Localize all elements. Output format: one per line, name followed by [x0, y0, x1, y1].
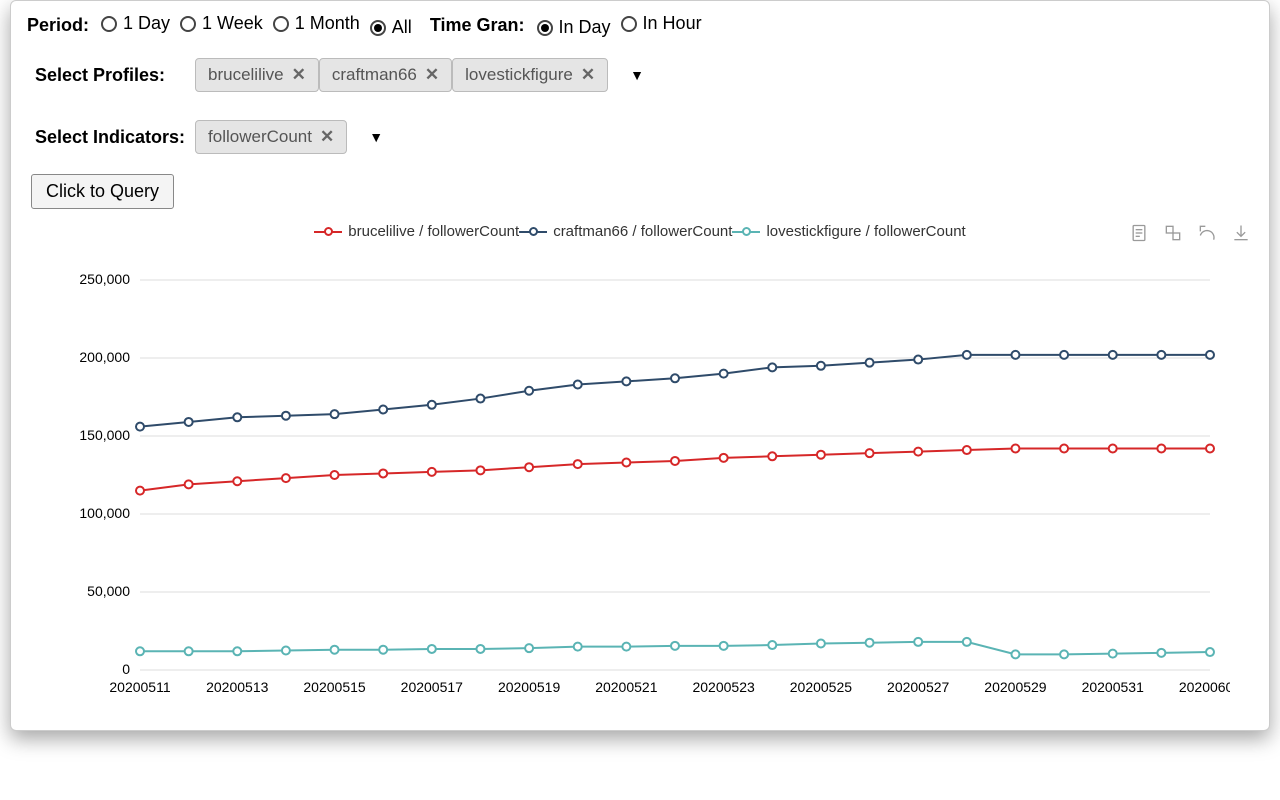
radio-label: 1 Week: [202, 13, 263, 34]
chart-container: 0 50,000 100,000 150,000 200,000 250,000 20200…: [11, 270, 1269, 710]
period-label: Period:: [27, 15, 89, 36]
legend-label: lovestickfigure / followerCount: [766, 223, 965, 240]
close-icon[interactable]: ✕: [292, 65, 306, 85]
x-tick-label: 20200602: [1179, 679, 1230, 695]
y-tick-label: 150,000: [79, 427, 130, 443]
select-profiles-row: Select Profiles: brucelilive ✕ craftman66 ✕…: [11, 44, 1269, 106]
x-tick-label: 20200515: [303, 679, 366, 695]
x-tick-label: 20200525: [790, 679, 853, 695]
zoom-icon[interactable]: [1163, 223, 1183, 243]
y-tick-label: 250,000: [79, 271, 130, 287]
line-chart: 0 50,000 100,000 150,000 200,000 250,000 20200…: [50, 270, 1230, 710]
period-option-all[interactable]: All: [370, 17, 412, 38]
timegran-option-in-day[interactable]: In Day: [537, 17, 611, 38]
legend-swatch-icon: [732, 225, 760, 239]
chip-label: followerCount: [208, 127, 312, 147]
indicator-chip-followercount[interactable]: followerCount ✕: [195, 120, 347, 154]
x-tick-label: 20200521: [595, 679, 658, 695]
radio-icon: [101, 16, 117, 32]
download-icon[interactable]: [1231, 223, 1251, 243]
period-option-1-month[interactable]: 1 Month: [273, 13, 360, 34]
profiles-dropdown-caret[interactable]: ▼: [630, 67, 644, 83]
radio-icon: [621, 16, 637, 32]
legend-item[interactable]: craftman66 / followerCount: [519, 223, 732, 240]
select-indicators-label: Select Indicators:: [35, 127, 185, 148]
legend-label: brucelilive / followerCount: [348, 223, 519, 240]
select-indicators-row: Select Indicators: followerCount ✕ ▼: [11, 106, 1269, 168]
legend-label: craftman66 / followerCount: [553, 223, 732, 240]
chart-toolbar: [1129, 223, 1251, 243]
radio-icon: [180, 16, 196, 32]
x-tick-label: 20200519: [498, 679, 561, 695]
timegran-option-in-hour[interactable]: In Hour: [621, 13, 702, 34]
y-tick-label: 100,000: [79, 505, 130, 521]
radio-label: 1 Month: [295, 13, 360, 34]
radio-label: In Day: [559, 17, 611, 38]
x-tick-label: 20200531: [1082, 679, 1145, 695]
x-tick-label: 20200513: [206, 679, 269, 695]
close-icon[interactable]: ✕: [320, 127, 334, 147]
radio-label: All: [392, 17, 412, 38]
restore-icon[interactable]: [1197, 223, 1217, 243]
legend-swatch-icon: [314, 225, 342, 239]
close-icon[interactable]: ✕: [581, 65, 595, 85]
close-icon[interactable]: ✕: [425, 65, 439, 85]
radio-icon: [370, 20, 386, 36]
data-view-icon[interactable]: [1129, 223, 1149, 243]
profile-chip-lovestickfigure[interactable]: lovestickfigure ✕: [452, 58, 608, 92]
chip-label: craftman66: [332, 65, 417, 85]
controls-row: Period: 1 Day 1 Week 1 Month All Time Gran:…: [11, 7, 1269, 44]
radio-label: In Hour: [643, 13, 702, 34]
legend-item[interactable]: lovestickfigure / followerCount: [732, 223, 965, 240]
radio-icon: [537, 20, 553, 36]
query-button[interactable]: Click to Query: [31, 174, 174, 209]
profile-chip-brucelilive[interactable]: brucelilive ✕: [195, 58, 319, 92]
indicators-dropdown-caret[interactable]: ▼: [369, 129, 383, 145]
period-option-1-week[interactable]: 1 Week: [180, 13, 263, 34]
period-option-1-day[interactable]: 1 Day: [101, 13, 170, 34]
timegran-label: Time Gran:: [430, 15, 525, 36]
analytics-panel: Period: 1 Day 1 Week 1 Month All Time Gran:…: [10, 0, 1270, 731]
select-profiles-label: Select Profiles:: [35, 65, 185, 86]
x-tick-label: 20200517: [401, 679, 464, 695]
x-tick-label: 20200529: [984, 679, 1047, 695]
x-tick-label: 20200527: [887, 679, 950, 695]
profile-chip-craftman66[interactable]: craftman66 ✕: [319, 58, 452, 92]
series-craftman66: [136, 351, 1214, 431]
chip-label: lovestickfigure: [465, 65, 573, 85]
y-tick-label: 200,000: [79, 349, 130, 365]
y-tick-label: 0: [122, 661, 130, 677]
radio-icon: [273, 16, 289, 32]
legend-row: brucelilive / followerCount craftman66 / …: [11, 223, 1269, 240]
x-tick-label: 20200523: [692, 679, 755, 695]
y-tick-label: 50,000: [87, 583, 130, 599]
legend-swatch-icon: [519, 225, 547, 239]
x-tick-label: 20200511: [109, 679, 170, 695]
series-brucelilive: [136, 444, 1214, 494]
series-lovestickfigure: [136, 638, 1214, 658]
chip-label: brucelilive: [208, 65, 284, 85]
legend-item[interactable]: brucelilive / followerCount: [314, 223, 519, 240]
radio-label: 1 Day: [123, 13, 170, 34]
